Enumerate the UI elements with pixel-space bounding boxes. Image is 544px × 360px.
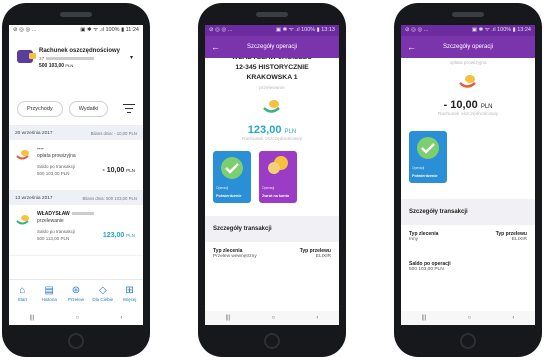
coins-icon <box>16 215 29 225</box>
nav-dla-ciebie[interactable]: ◇ Dla Ciebie <box>89 280 116 311</box>
android-nav-bar: ||| ○ ‹ <box>205 311 339 325</box>
counterparty-line: 12-345 HISTORYCZNIE <box>235 64 309 71</box>
account-name: Rachunek oszczędnościowy <box>39 48 121 54</box>
operation-amount: 123,00 PLN <box>247 124 297 136</box>
masked-name <box>71 212 94 216</box>
operation-summary: WŁADYSŁAW JAGIEŁŁO 12-345 HISTORYCZNIE K… <box>205 53 339 142</box>
transaction-details: Typ zlecenia Inny Typ przelewu ELIXIR <box>409 231 527 242</box>
nav-przelew[interactable]: ⊛ Przelew <box>63 280 90 311</box>
bottom-navigation: ⌂ Start ▤ Historia ⊛ Przelew ◇ Dla Ciebie ⊞ W… <box>9 279 143 311</box>
home-button[interactable]: ○ <box>76 315 80 321</box>
operation-amount: - 10,00 PLN <box>443 99 493 111</box>
status-bar: ⊘ ◎ ◎ ... ▣ ✱ ᯤ .ıl 100% ▮ 13:24 <box>401 25 535 36</box>
checkmark-icon <box>417 137 439 159</box>
android-nav-bar: ||| ○ ‹ <box>401 311 535 325</box>
transaction-row[interactable]: ---- opłata prowizyjna Saldo po transakc… <box>9 140 143 191</box>
back-button[interactable]: ‹ <box>512 315 514 321</box>
hardware-home-button[interactable] <box>264 333 280 349</box>
section-title: Szczegóły transakcji <box>205 216 339 242</box>
filter-bar: Przychody Wydatki <box>9 92 143 126</box>
status-icons-right: ▣ ✱ ᯤ .ıl 100% ▮ 11:24 <box>80 27 139 33</box>
filter-icon[interactable] <box>123 104 135 113</box>
speaker <box>256 12 288 17</box>
coins-icon <box>16 150 29 160</box>
recent-apps-button[interactable]: ||| <box>422 315 427 321</box>
history-icon: ▤ <box>44 285 54 296</box>
screen-fee-details: ⊘ ◎ ◎ ... ▣ ✱ ᯤ .ıl 100% ▮ 13:24 ← Szcze… <box>401 25 535 325</box>
day-header: 20 września 2017 Bilans dnia: - 10,00 PLN <box>9 126 143 140</box>
status-bar: ⊘ ◎ ◎ ... ▣ ✱ ᯤ .ıl 100% ▮ 13:13 <box>205 25 339 36</box>
confirmation-tile[interactable]: Operacji Potwierdzenie <box>213 151 251 203</box>
balance-after-operation: Saldo po operacji 500 103,00 PLN <box>409 261 451 272</box>
account-selector[interactable]: Rachunek oszczędnościowy 37 500 103,00 P… <box>9 36 143 92</box>
header: ← Szczegóły operacji <box>401 36 535 58</box>
chevron-down-icon[interactable]: ▾ <box>130 54 133 61</box>
android-nav-bar: ||| ○ ‹ <box>9 311 143 325</box>
home-button[interactable]: ○ <box>468 315 472 321</box>
account-label: Rachunek oszczędnościowy <box>437 112 499 117</box>
header-title: Szczegóły operacji <box>442 44 494 50</box>
speaker <box>452 12 484 17</box>
coins-icon <box>268 156 288 174</box>
hardware-home-button[interactable] <box>460 333 476 349</box>
grid-icon: ⊞ <box>125 285 134 296</box>
recent-apps-button[interactable]: ||| <box>30 315 35 321</box>
transaction-amount: 123,00 PLN <box>102 232 135 239</box>
hardware-home-button[interactable] <box>68 333 84 349</box>
phone-operation-details: ⊘ ◎ ◎ ... ▣ ✱ ᯤ .ıl 100% ▮ 13:13 ← Szcze… <box>198 3 346 357</box>
account-number: 37 <box>39 56 95 61</box>
action-tiles: Operacji Potwierdzenie Operacji Zwrot na… <box>205 151 339 203</box>
refund-tile[interactable]: Operacji Zwrot na konto <box>259 151 297 203</box>
expense-filter-button[interactable]: Wydatki <box>68 100 109 117</box>
confirmation-tile[interactable]: Operacji Potwierdzenie <box>409 131 447 183</box>
tag-icon: ◇ <box>98 285 107 296</box>
back-button[interactable]: ‹ <box>120 315 122 321</box>
checkmark-icon <box>221 157 243 179</box>
transfer-icon: ⊛ <box>71 285 81 296</box>
operation-description: opłata prowizyjna <box>449 61 487 66</box>
masked-number <box>46 57 95 61</box>
transaction-amount: - 10,00 PLN <box>102 167 135 174</box>
section-title: Szczegóły transakcji <box>401 199 535 225</box>
phone-fee-details: ⊘ ◎ ◎ ... ▣ ✱ ᯤ .ıl 100% ▮ 13:24 ← Szcze… <box>394 3 542 357</box>
nav-historia[interactable]: ▤ Historia <box>36 280 63 311</box>
nav-start[interactable]: ⌂ Start <box>9 280 36 311</box>
counterparty-line: KRAKOWSKA 1 <box>246 74 298 81</box>
speaker <box>60 12 92 17</box>
recent-apps-button[interactable]: ||| <box>226 315 231 321</box>
coins-icon <box>459 75 476 88</box>
home-button[interactable]: ○ <box>272 315 276 321</box>
home-icon: ⌂ <box>19 285 26 296</box>
status-bar: ⊘ ◎ ◎ ... ▣ ✱ ᯤ .ıl 100% ▮ 11:24 <box>9 25 143 36</box>
header: ← Szczegóły operacji <box>205 36 339 58</box>
screen-history: ⊘ ◎ ◎ ... ▣ ✱ ᯤ .ıl 100% ▮ 11:24 Rachune… <box>9 25 143 325</box>
back-arrow-icon[interactable]: ← <box>211 42 220 52</box>
header-title: Szczegóły operacji <box>246 44 298 50</box>
transaction-details: Typ zlecenia Przelew wewnętrzny Typ prze… <box>213 248 331 259</box>
back-button[interactable]: ‹ <box>316 315 318 321</box>
account-balance: 500 103,00 PLN <box>39 63 74 69</box>
nav-wiecej[interactable]: ⊞ Więcej <box>116 280 143 311</box>
screen-operation-details: ⊘ ◎ ◎ ... ▣ ✱ ᯤ .ıl 100% ▮ 13:13 ← Szcze… <box>205 25 339 325</box>
wallet-icon <box>17 50 36 63</box>
phone-history: ⊘ ◎ ◎ ... ▣ ✱ ᯤ .ıl 100% ▮ 11:24 Rachune… <box>2 3 150 357</box>
day-header: 13 września 2017 Bilans dnia: 500 103,00 … <box>9 191 143 205</box>
income-filter-button[interactable]: Przychody <box>17 100 63 117</box>
status-icons-left: ⊘ ◎ ◎ ... <box>13 27 37 33</box>
action-tiles: Operacji Potwierdzenie <box>401 131 535 183</box>
transaction-row[interactable]: WŁADYSŁAW przelewanie Saldo po transakcj… <box>9 205 143 256</box>
back-arrow-icon[interactable]: ← <box>407 42 416 52</box>
account-label: Rachunek oszczędnościowy <box>241 137 303 142</box>
coins-icon <box>263 100 280 113</box>
operation-description: przelewanie <box>259 86 285 91</box>
operation-summary: opłata prowizyjna - 10,00 PLN Rachunek o… <box>401 61 535 117</box>
